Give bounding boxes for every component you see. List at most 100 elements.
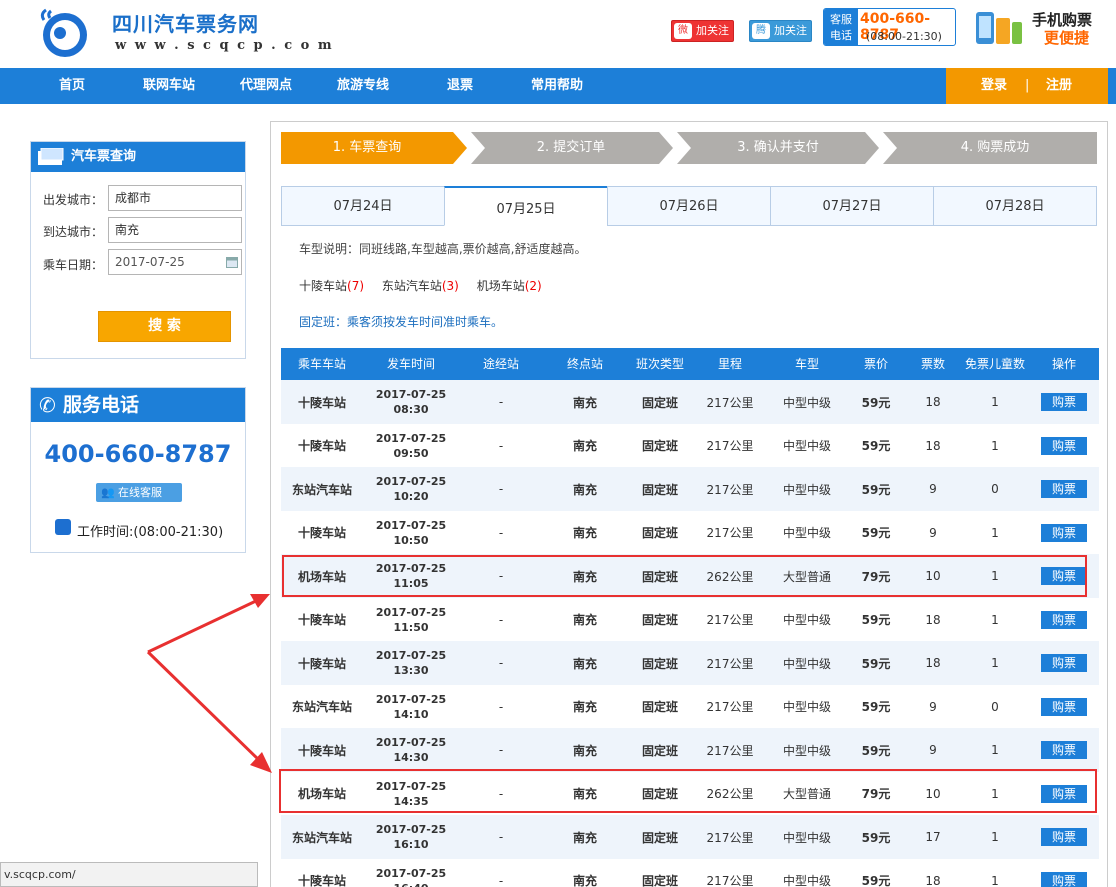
row-via: -: [498, 525, 504, 540]
row-children: 1: [991, 525, 999, 540]
tab-date-0725[interactable]: 07月25日: [444, 186, 608, 226]
nav-stations[interactable]: 联网车站: [124, 68, 214, 104]
buy-ticket-button[interactable]: 购票: [1041, 523, 1087, 542]
row-departure-date: 2017-07-25: [375, 605, 447, 619]
table-row: 十陵车站 2017-07-25 10:50 - 南充 固定班 217公里 中型中级 59元 9 1 购…: [281, 511, 1099, 555]
site-title[interactable]: 四川汽车票务网: [112, 8, 259, 37]
row-tickets: 9: [929, 525, 937, 540]
calendar-icon[interactable]: [226, 257, 238, 268]
nav-help[interactable]: 常用帮助: [512, 68, 602, 104]
row-price: 59元: [861, 526, 891, 540]
table-row: 十陵车站 2017-07-25 08:30 - 南充 固定班 217公里 中型中级 59元 18 1…: [281, 380, 1099, 424]
buy-ticket-button[interactable]: 购票: [1041, 393, 1087, 411]
logo-icon[interactable]: [36, 6, 94, 60]
row-distance: 217公里: [706, 439, 754, 453]
mobile-phone-icon[interactable]: [972, 8, 1026, 48]
col-children: 免票儿童数: [964, 357, 1025, 371]
ticket-icon: [38, 148, 64, 165]
weibo-follow-label: 加关注: [696, 24, 729, 37]
buy-ticket-button[interactable]: 购票: [1041, 436, 1087, 455]
online-service-button[interactable]: 👥 在线客服: [96, 483, 182, 502]
row-destination: 南充: [572, 482, 597, 497]
row-distance: 217公里: [706, 700, 754, 714]
mobile-purchase-line2[interactable]: 更便捷: [1044, 27, 1089, 48]
row-station: 十陵车站: [297, 656, 346, 671]
service-panel-title: 服务电话: [63, 394, 140, 416]
buy-ticket-button[interactable]: 购票: [1041, 654, 1087, 672]
row-price: 59元: [861, 613, 891, 627]
row-type: 固定班: [641, 830, 678, 845]
row-bus: 中型中级: [782, 874, 831, 887]
row-via: -: [498, 656, 504, 670]
row-departure-date: 2017-07-25: [375, 736, 447, 749]
nav-agents[interactable]: 代理网点: [221, 68, 311, 104]
bus-icon: [55, 519, 71, 535]
row-price: 59元: [861, 700, 891, 714]
row-destination: 南充: [572, 700, 597, 714]
register-link[interactable]: 注册: [1046, 68, 1072, 104]
tab-date-0724[interactable]: 07月24日: [281, 186, 445, 226]
date-label: 乘车日期：: [43, 258, 104, 272]
row-bus: 中型中级: [782, 830, 831, 845]
col-distance: 里程: [717, 357, 742, 371]
buy-ticket-button[interactable]: 购票: [1041, 871, 1087, 887]
row-tickets: 18: [925, 438, 941, 453]
row-bus: 中型中级: [782, 613, 831, 627]
search-panel-title: 汽车票查询: [71, 149, 137, 164]
to-city-label: 到达城市：: [43, 225, 104, 239]
row-tickets: 18: [925, 395, 941, 409]
buy-ticket-button[interactable]: 购票: [1041, 480, 1087, 498]
auth-bar: 登录 | 注册: [946, 68, 1108, 104]
hotline-tag: 客服电话: [824, 9, 858, 45]
nav-tourism[interactable]: 旅游专线: [318, 68, 408, 104]
col-station: 乘车车站: [297, 357, 346, 371]
row-distance: 217公里: [706, 395, 754, 410]
step-2: 2. 提交订单: [536, 140, 606, 155]
row-station: 东站汽车站: [291, 700, 352, 714]
table-row: 十陵车站 2017-07-25 09:50 - 南充 固定班 217公里 中型中级 59元 18 1…: [281, 424, 1099, 468]
buy-ticket-button[interactable]: 购票: [1041, 610, 1087, 629]
search-button[interactable]: 搜 索: [98, 311, 231, 342]
buy-ticket-button[interactable]: 购票: [1041, 828, 1087, 846]
row-via: -: [498, 395, 504, 409]
tab-date-0727[interactable]: 07月27日: [770, 186, 934, 226]
from-city-input[interactable]: 成都市: [108, 185, 242, 211]
row-departure: 2017-07-2516:40: [363, 859, 459, 887]
to-city-input[interactable]: 南充: [108, 217, 242, 243]
tab-date-0728[interactable]: 07月28日: [933, 186, 1097, 226]
auth-separator: |: [1025, 78, 1030, 93]
row-type: 固定班: [641, 874, 678, 887]
nav-refund[interactable]: 退票: [415, 68, 505, 104]
row-destination: 南充: [572, 439, 597, 453]
row-departure: 2017-07-25 10:50: [363, 511, 459, 555]
phone-icon: ✆: [39, 393, 56, 417]
login-link[interactable]: 登录: [981, 68, 1007, 104]
row-station: 东站汽车站: [291, 830, 352, 845]
hotline-hours: (08:00-21:30): [866, 30, 942, 43]
date-input[interactable]: 2017-07-25: [108, 249, 242, 275]
row-tickets: 9: [929, 699, 937, 714]
row-destination: 南充: [572, 830, 597, 845]
row-via: -: [498, 438, 504, 453]
row-departure-date: 2017-07-25: [375, 518, 447, 532]
row-children: 1: [991, 873, 999, 887]
table-row: 十陵车站 2017-07-25 14:30 - 南充 固定班 217公里 中型中级 59元 9 1 购…: [281, 728, 1099, 772]
station-filter-item[interactable]: 机场车站(2): [477, 279, 542, 293]
row-price: 59元: [861, 395, 891, 410]
col-departure: 发车时间: [386, 357, 435, 371]
station-filter-item[interactable]: 十陵车站(7): [299, 279, 364, 293]
row-departure-date: 2017-07-25: [375, 866, 447, 880]
buy-ticket-button[interactable]: 购票: [1041, 741, 1087, 759]
tqq-follow-button[interactable]: 腾 加关注: [749, 20, 812, 42]
row-station: 东站汽车站: [291, 482, 352, 497]
row-via: -: [498, 830, 504, 844]
weibo-follow-button[interactable]: 微 加关注: [671, 20, 734, 42]
row-via: -: [498, 743, 504, 757]
buy-ticket-button[interactable]: 购票: [1041, 697, 1087, 716]
col-bus: 车型: [794, 357, 819, 371]
nav-home[interactable]: 首页: [27, 68, 117, 104]
site-header: 四川汽车票务网 w w w . s c q c p . c o m 微 加关注 …: [0, 0, 1116, 68]
tab-date-0726[interactable]: 07月26日: [607, 186, 771, 226]
row-station: 十陵车站: [297, 743, 346, 758]
station-filter-item[interactable]: 东站汽车站(3): [382, 279, 459, 293]
